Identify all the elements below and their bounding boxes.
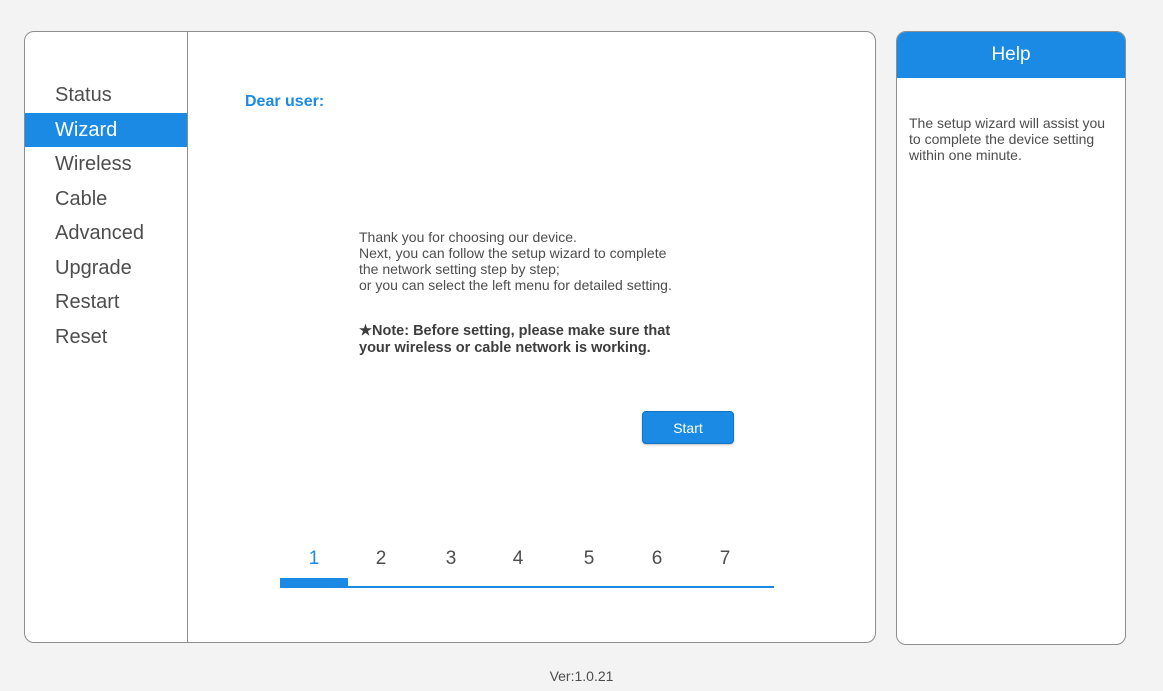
sidebar-item-wizard[interactable]: Wizard — [25, 112, 187, 147]
intro-line: the network setting step by step; — [359, 261, 560, 277]
sidebar-menu: Status Wizard Wireless Cable Advanced Up… — [25, 78, 187, 354]
intro-line: or you can select the left menu for deta… — [359, 277, 672, 293]
main-panel: Status Wizard Wireless Cable Advanced Up… — [24, 31, 876, 643]
step-1: 1 — [308, 548, 320, 569]
sidebar-item-status[interactable]: Status — [25, 78, 187, 113]
step-3: 3 — [445, 548, 457, 569]
note-line: ★Note: Before setting, please make sure … — [359, 323, 671, 339]
sidebar: Status Wizard Wireless Cable Advanced Up… — [25, 32, 188, 642]
help-text: The setup wizard will assist you to comp… — [909, 115, 1106, 163]
intro-line: Next, you can follow the setup wizard to… — [359, 245, 667, 261]
wizard-content: Dear user: Thank you for choosing our de… — [188, 32, 875, 642]
sidebar-item-cable[interactable]: Cable — [25, 182, 187, 217]
step-6: 6 — [651, 548, 663, 569]
step-5: 5 — [583, 548, 595, 569]
sidebar-item-restart[interactable]: Restart — [25, 285, 187, 320]
step-7: 7 — [719, 548, 731, 569]
start-button[interactable]: Start — [642, 411, 734, 444]
step-2: 2 — [375, 548, 387, 569]
intro-line: Thank you for choosing our device. — [359, 229, 577, 245]
intro-text: Thank you for choosing our device. Next,… — [359, 229, 672, 293]
sidebar-item-reset[interactable]: Reset — [25, 320, 187, 355]
greeting-heading: Dear user: — [245, 93, 325, 110]
sidebar-item-wireless[interactable]: Wireless — [25, 147, 187, 182]
sidebar-item-advanced[interactable]: Advanced — [25, 216, 187, 251]
sidebar-item-upgrade[interactable]: Upgrade — [25, 251, 187, 286]
step-progress-marker — [280, 578, 348, 588]
help-title: Help — [897, 32, 1125, 78]
note-text: ★Note: Before setting, please make sure … — [359, 323, 670, 357]
note-line: your wireless or cable network is workin… — [359, 340, 651, 356]
help-panel: Help The setup wizard will assist you to… — [896, 31, 1126, 645]
step-indicator: 1 2 3 4 5 6 7 — [280, 548, 774, 588]
step-4: 4 — [512, 548, 524, 569]
step-track — [280, 586, 774, 588]
version-label: Ver:1.0.21 — [549, 668, 614, 684]
